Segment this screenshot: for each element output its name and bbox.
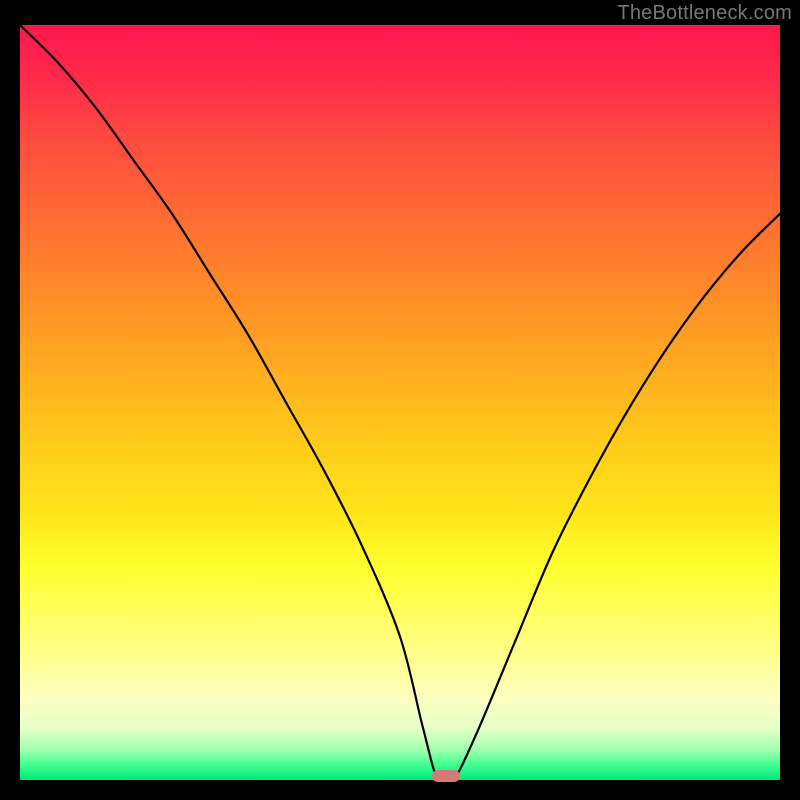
optimum-marker [432,770,460,782]
plot-area [20,25,780,780]
attribution-text: TheBottleneck.com [617,2,792,25]
bottleneck-curve [20,25,780,780]
chart-container: TheBottleneck.com [0,0,800,800]
